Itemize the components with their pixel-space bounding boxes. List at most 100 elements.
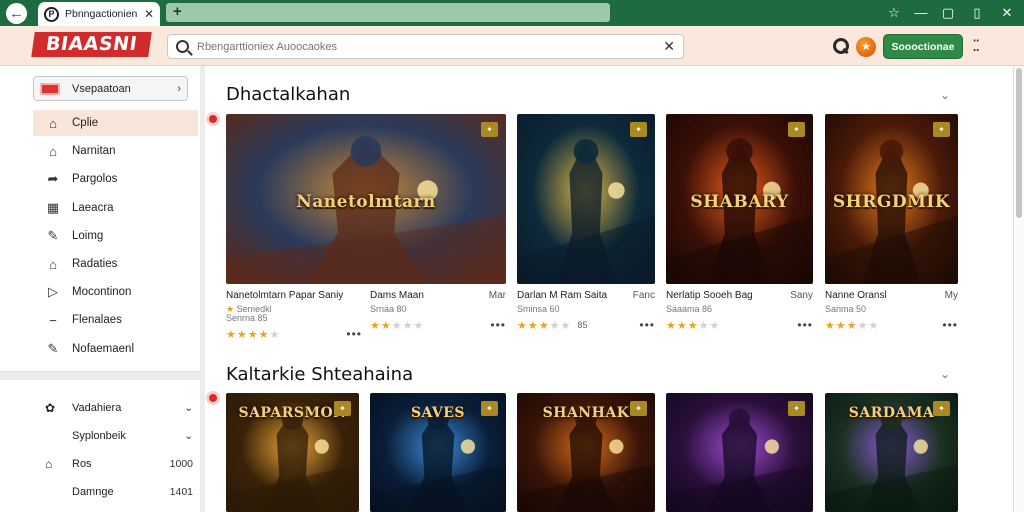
minus-box-icon: − — [49, 312, 57, 328]
game-card[interactable]: SHABARY ✦ Nerlatip Sooeh Bag Sany Saaama 86 ★… — [666, 114, 813, 349]
more-options-icon[interactable]: ⁚⁚ — [972, 36, 980, 56]
tab-title: Pbnngactionien — [65, 8, 138, 20]
sidebar-item[interactable]: ✎ Nofaemaenl — [33, 336, 198, 362]
sidebar-item-label: Laeacra — [72, 201, 114, 214]
game-title-row[interactable]: Dams Maan Mar — [370, 290, 506, 301]
game-badge-icon: ✦ — [630, 122, 647, 137]
sidebar-item[interactable]: − Flenalaes — [33, 307, 198, 333]
back-icon[interactable]: ← — [6, 3, 27, 24]
sidebar-item[interactable]: ➦ Pargolos — [33, 166, 198, 192]
sidebar-item[interactable]: ✎ Loimg — [33, 223, 198, 249]
browser-tab[interactable]: P Pbnngactionien ✕ — [38, 2, 160, 26]
game-thumbnail[interactable]: Nanetolmtarn ✦ — [226, 114, 506, 284]
more-options-icon[interactable]: ••• — [639, 318, 655, 332]
home-icon: ⌂ — [49, 256, 57, 272]
chevron-down-icon[interactable]: ⌄ — [940, 367, 950, 381]
restore-icon[interactable]: ▯ — [966, 3, 988, 22]
coin-icon[interactable]: ★ — [856, 37, 876, 57]
maximize-icon[interactable]: ▢ — [937, 3, 959, 22]
game-thumbnail[interactable]: SARDAMA ✦ — [825, 393, 958, 512]
sidebar-filter-item[interactable]: ⌂ Ros 1000 — [33, 451, 193, 477]
game-thumbnail[interactable]: SHRGDMIK ✦ — [825, 114, 958, 284]
game-title-row[interactable]: Darlan M Ram Saita Fanc — [517, 290, 655, 301]
game-art-title: SHABARY — [690, 192, 789, 213]
game-card[interactable]: Nanetolmtarn ✦ Nanetolmtarn Papar Saniy ★ S… — [226, 114, 506, 349]
minimize-icon[interactable]: — — [910, 3, 932, 22]
game-card[interactable]: SAVES ✦ — [370, 393, 506, 512]
clear-search-icon[interactable]: ✕ — [663, 38, 675, 55]
scrollbar[interactable] — [1013, 66, 1024, 512]
sidebar-item-label: Cplie — [72, 117, 99, 129]
game-card[interactable]: ✦ Darlan M Ram Saita Fanc Sminsa 60 ★★★★★ 85 •… — [517, 114, 655, 349]
game-publisher: Sany — [790, 290, 813, 301]
game-downloads: Srnaa 80 — [370, 304, 407, 314]
sidebar-item[interactable]: ▷ Mocontinon — [33, 279, 198, 305]
chevron-down-icon[interactable]: ⌄ — [940, 88, 950, 102]
home-icon: ⌂ — [49, 115, 57, 131]
game-title[interactable]: Nerlatip Sooeh Bag — [666, 290, 753, 301]
game-badge-icon: ✦ — [630, 401, 647, 416]
search-icon[interactable] — [832, 37, 850, 55]
tab-close-icon[interactable]: ✕ — [144, 7, 154, 21]
rating-count: 85 — [577, 320, 588, 330]
filter-icon: ✿ — [45, 401, 56, 415]
game-art-title: Nanetolmtarn — [296, 192, 436, 213]
sidebar-filter-item[interactable]: ✿ Vadahiera ⌄ — [33, 395, 193, 421]
game-publisher: My — [944, 290, 958, 301]
sidebar-filter-item[interactable]: Damnge 1401 — [33, 479, 193, 505]
more-options-icon[interactable]: ••• — [346, 327, 362, 341]
game-thumbnail[interactable]: ✦ — [666, 393, 813, 512]
bookmark-star-icon[interactable]: ☆ — [883, 3, 905, 22]
game-thumbnail[interactable]: SHANHAK ✦ — [517, 393, 655, 512]
section-title: Dhactalkahan — [226, 84, 351, 105]
game-rating-row: ★★★★★ ••• — [825, 318, 958, 332]
game-title[interactable]: Nanne Oransl — [825, 290, 887, 301]
game-rating-row: ★★★★★ ••• — [226, 327, 362, 341]
sidebar-item[interactable]: ⌂ Narnitan — [33, 138, 198, 164]
game-title[interactable]: Dams Maan — [370, 290, 424, 301]
game-title-row[interactable]: Nanetolmtarn Papar Saniy — [226, 290, 362, 301]
sidebar-secondary-panel: ✿ Vadahiera ⌄ Syplonbeik ⌄ ⌂ Ros 1000 Damnge 1401 — [0, 380, 200, 512]
sidebar-filter-value: 1401 — [169, 486, 193, 498]
rating-stars: ★★★★★ — [666, 319, 721, 332]
search-input[interactable] — [197, 40, 664, 53]
game-card[interactable]: SARDAMA ✦ — [825, 393, 958, 512]
rating-stars: ★★★★★ — [370, 319, 425, 332]
calendar-icon: ▦ — [46, 199, 60, 215]
close-window-icon[interactable]: ✕ — [996, 3, 1018, 22]
game-title[interactable]: Darlan M Ram Saita — [517, 290, 607, 301]
game-card[interactable]: SHRGDMIK ✦ Nanne Oransl My Sanma 50 ★★★★★ ••• — [825, 114, 958, 349]
search-bar[interactable]: ✕ — [167, 34, 684, 59]
game-thumbnail[interactable]: SHABARY ✦ — [666, 114, 813, 284]
game-thumbnail[interactable]: SAVES ✦ — [370, 393, 506, 512]
sidebar-item[interactable]: ⌂ Radaties — [33, 251, 198, 277]
game-title-row[interactable]: Nerlatip Sooeh Bag Sany — [666, 290, 813, 301]
more-options-icon[interactable]: ••• — [942, 318, 958, 332]
new-tab-button[interactable]: + — [166, 3, 610, 22]
chevron-right-icon: › — [177, 82, 181, 95]
more-options-icon[interactable]: ••• — [490, 318, 506, 332]
search-icon — [176, 40, 189, 53]
sidebar-item[interactable]: ⌂ Cplie — [33, 110, 198, 136]
game-card[interactable]: SAPARSMON ✦ — [226, 393, 359, 512]
category-select[interactable]: Vsepaatoan › — [33, 76, 188, 101]
sidebar-filter-item[interactable]: Syplonbeik ⌄ — [33, 423, 193, 449]
brand-logo[interactable]: BIAASNI — [31, 32, 152, 57]
game-thumbnail[interactable]: SAPARSMON ✦ — [226, 393, 359, 512]
section-title: Kaltarkie Shteahaina — [226, 364, 414, 385]
share-icon: ➦ — [47, 171, 59, 187]
game-card[interactable]: ✦ — [666, 393, 813, 512]
game-art-title: SHRGDMIK — [832, 192, 951, 213]
game-card[interactable]: SHANHAK ✦ — [517, 393, 655, 512]
scrollbar-thumb[interactable] — [1016, 68, 1022, 218]
sidebar-nav-panel: Vsepaatoan › ⌂ Cplie ⌂ Narnitan ➦ Pargolos ▦ La… — [0, 66, 200, 372]
sidebar-item[interactable]: ▦ Laeacra — [33, 195, 198, 221]
game-title[interactable]: Nanetolmtarn Papar Saniy — [226, 290, 343, 301]
sidebar-filter-label: Syplonbeik — [72, 430, 126, 442]
more-options-icon[interactable]: ••• — [797, 318, 813, 332]
sidebar-item-label: Pargolos — [72, 173, 118, 186]
header-cta-button[interactable]: Soooctionae — [883, 34, 963, 59]
game-publisher: Fanc — [632, 290, 655, 301]
game-title-row[interactable]: Nanne Oransl My — [825, 290, 958, 301]
game-thumbnail[interactable]: ✦ — [517, 114, 655, 284]
